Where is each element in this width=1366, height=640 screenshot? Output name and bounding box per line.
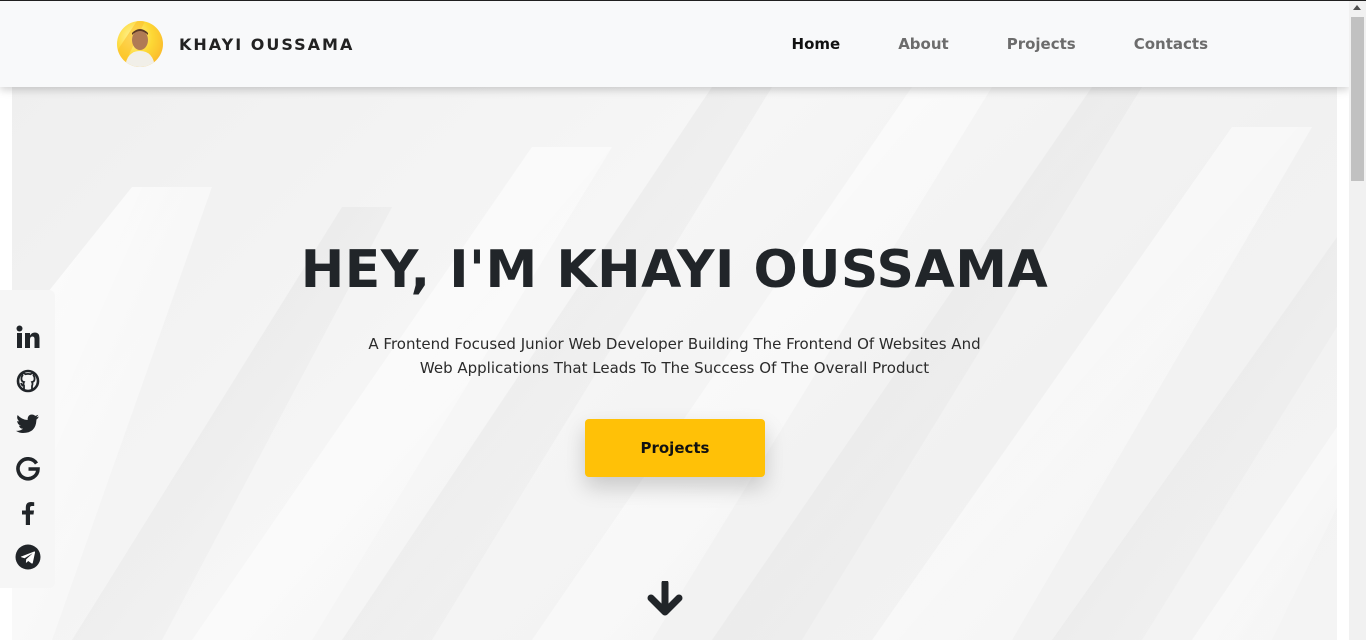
nav-contacts[interactable]: Contacts — [1134, 35, 1208, 53]
brand-name: KHAYI OUSSAMA — [179, 34, 355, 54]
navbar: KHAYI OUSSAMA Home About Projects Contac… — [0, 1, 1349, 87]
nav-about[interactable]: About — [898, 35, 949, 53]
facebook-icon[interactable] — [14, 499, 42, 527]
telegram-icon[interactable] — [14, 543, 42, 571]
hero-section: HEY, I'M KHAYI OUSSAMA A Frontend Focuse… — [12, 87, 1337, 640]
main-nav: Home About Projects Contacts — [734, 1, 1208, 87]
nav-projects[interactable]: Projects — [1007, 35, 1076, 53]
page: KHAYI OUSSAMA Home About Projects Contac… — [0, 0, 1366, 640]
github-icon[interactable] — [14, 367, 42, 395]
scroll-up-arrow-icon[interactable] — [1353, 5, 1361, 10]
nav-home[interactable]: Home — [792, 35, 841, 53]
google-icon[interactable] — [14, 455, 42, 483]
scrollbar-thumb[interactable] — [1351, 17, 1364, 181]
page-scrollbar[interactable] — [1349, 1, 1366, 640]
twitter-icon[interactable] — [14, 411, 42, 439]
social-links — [0, 290, 55, 588]
hero-subtitle: A Frontend Focused Junior Web Developer … — [368, 335, 981, 377]
projects-button[interactable]: Projects — [585, 419, 765, 477]
brand[interactable]: KHAYI OUSSAMA — [117, 21, 354, 67]
window-top-border — [0, 0, 1366, 1]
linkedin-icon[interactable] — [14, 323, 42, 351]
avatar — [117, 21, 163, 67]
hero-title: HEY, I'M KHAYI OUSSAMA — [300, 240, 1049, 300]
scroll-down-arrow-icon[interactable] — [646, 579, 684, 621]
